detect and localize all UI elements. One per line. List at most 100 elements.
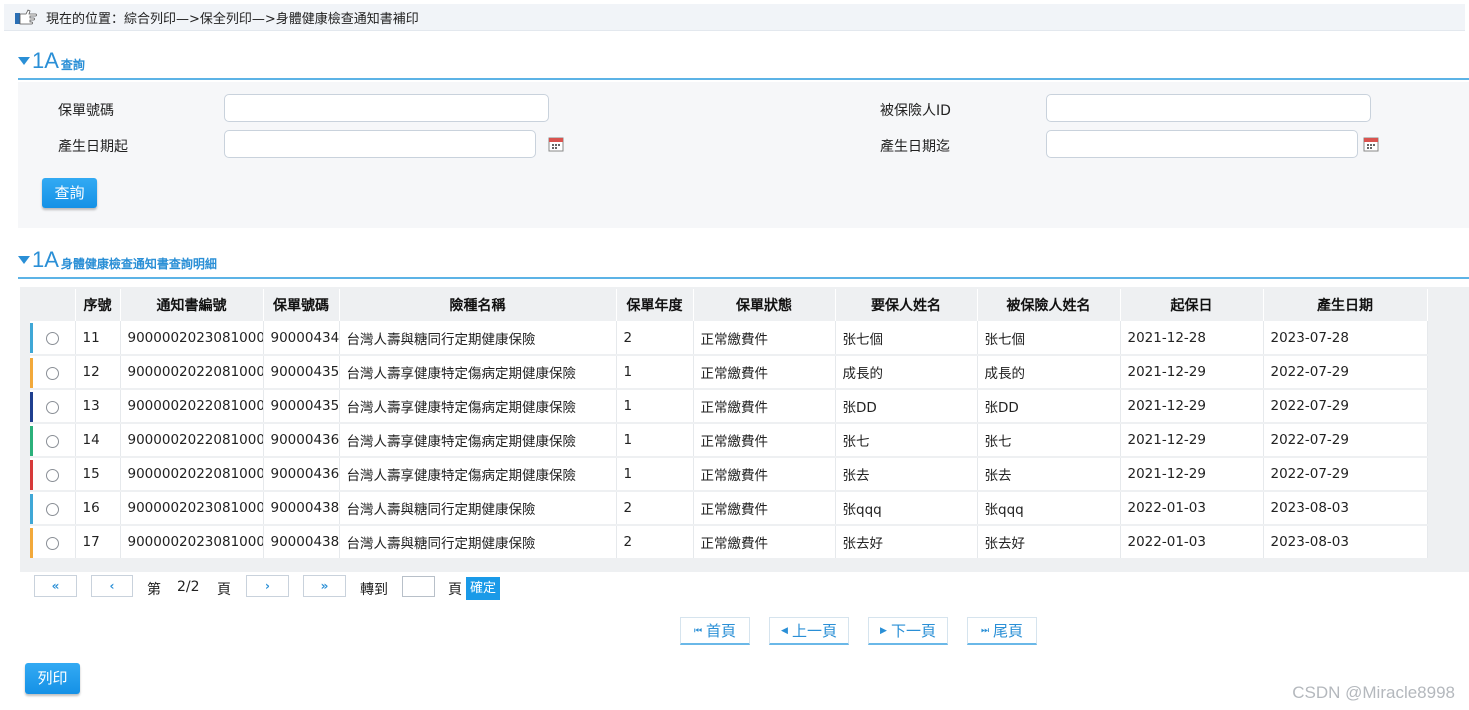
date-from-input[interactable] — [224, 130, 536, 158]
cell-policy-no: 90000436 — [263, 423, 340, 458]
goto-page-input[interactable] — [402, 576, 435, 597]
row-radio[interactable] — [45, 366, 59, 380]
cell-year: 1 — [616, 389, 694, 424]
calendar-icon[interactable] — [548, 136, 564, 152]
cell-notice-no: 9000002023081000 — [120, 525, 264, 560]
nav-first-button[interactable]: ⏮ 首頁 — [680, 617, 750, 645]
nav-prev-label: 上一頁 — [791, 622, 837, 640]
pointing-hand-icon — [15, 9, 37, 25]
cell-year: 1 — [616, 355, 694, 390]
cell-created-date: 2022-07-29 — [1263, 457, 1428, 492]
cell-product: 台灣人壽享健康特定傷病定期健康保險 — [339, 355, 617, 390]
collapse-triangle-icon[interactable] — [18, 256, 30, 264]
cell-notice-no: 9000002023081000 — [120, 321, 264, 356]
cell-insured: 张DD — [977, 389, 1121, 424]
cell-policy-no: 90000436 — [263, 457, 340, 492]
cell-created-date: 2023-07-28 — [1263, 321, 1428, 356]
print-button[interactable]: 列印 — [25, 663, 80, 694]
cell-start-date: 2021-12-28 — [1120, 321, 1264, 356]
header-seq: 序號 — [75, 289, 121, 321]
table-row[interactable]: 13 9000002022081000 90000435 台灣人壽享健康特定傷病定期健… — [30, 389, 1428, 424]
cell-seq: 16 — [75, 491, 121, 526]
pager-next-button[interactable]: › — [246, 575, 289, 597]
row-radio[interactable] — [45, 468, 59, 482]
cell-year: 1 — [616, 457, 694, 492]
cell-notice-no: 9000002022081000 — [120, 423, 264, 458]
policy-no-label: 保單號碼 — [58, 103, 114, 119]
cell-applicant: 张去 — [835, 457, 978, 492]
cell-created-date: 2022-07-29 — [1263, 423, 1428, 458]
row-radio[interactable] — [45, 502, 59, 516]
row-select-cell — [30, 321, 76, 356]
table-row[interactable]: 11 9000002023081000 90000434 台灣人壽與糖同行定期健康保險… — [30, 321, 1428, 356]
policy-no-input[interactable] — [224, 94, 549, 122]
header-product: 險種名稱 — [339, 289, 617, 321]
goto-label: 轉到 — [360, 582, 388, 598]
table-row[interactable]: 15 9000002022081000 90000436 台灣人壽享健康特定傷病定期健… — [30, 457, 1428, 492]
table-row[interactable]: 12 9000002022081000 90000435 台灣人壽享健康特定傷病定期健… — [30, 355, 1428, 390]
cell-seq: 13 — [75, 389, 121, 424]
cell-created-date: 2023-08-03 — [1263, 525, 1428, 560]
cell-notice-no: 9000002022081000 — [120, 355, 264, 390]
cell-status: 正常繳費件 — [693, 457, 836, 492]
cell-seq: 14 — [75, 423, 121, 458]
table-row[interactable]: 14 9000002022081000 90000436 台灣人壽享健康特定傷病定期健… — [30, 423, 1428, 458]
row-select-cell — [30, 355, 76, 390]
cell-insured: 张qqq — [977, 491, 1121, 526]
row-select-cell — [30, 389, 76, 424]
row-color-stripe — [30, 528, 33, 557]
arrow-right-icon: ▶ — [880, 625, 887, 636]
nav-next-label: 下一頁 — [890, 622, 936, 640]
cell-product: 台灣人壽享健康特定傷病定期健康保險 — [339, 457, 617, 492]
date-to-input[interactable] — [1046, 130, 1358, 158]
cell-start-date: 2021-12-29 — [1120, 389, 1264, 424]
goto-confirm-button[interactable]: 確定 — [466, 577, 501, 600]
cell-applicant: 张DD — [835, 389, 978, 424]
collapse-triangle-icon[interactable] — [18, 57, 30, 65]
page-info: 2/2 — [177, 579, 200, 595]
row-color-stripe — [30, 460, 33, 489]
cell-insured: 成長的 — [977, 355, 1121, 390]
cell-insured: 张七個 — [977, 321, 1121, 356]
row-radio[interactable] — [45, 332, 59, 345]
insured-id-input[interactable] — [1046, 94, 1371, 122]
cell-year: 2 — [616, 491, 694, 526]
header-notice-no: 通知書編號 — [120, 289, 264, 321]
search-button[interactable]: 查詢 — [42, 178, 97, 208]
cell-created-date: 2023-08-03 — [1263, 491, 1428, 526]
row-radio[interactable] — [45, 434, 59, 448]
pager-first-button[interactable]: « — [34, 575, 77, 597]
cell-product: 台灣人壽與糖同行定期健康保險 — [339, 321, 617, 356]
header-insured: 被保險人姓名 — [977, 289, 1121, 321]
table-row[interactable]: 16 9000002023081000 90000438 台灣人壽與糖同行定期健康保險… — [30, 491, 1428, 526]
detail-section-header: 1A 身體健康檢查通知書查詢明細 — [18, 249, 1469, 279]
query-panel: 保單號碼 被保險人ID 產生日期起 產生日期迄 查詢 — [18, 82, 1469, 228]
cell-applicant: 成長的 — [835, 355, 978, 390]
header-year: 保單年度 — [616, 289, 694, 321]
header-applicant: 要保人姓名 — [835, 289, 978, 321]
results-table-panel: 序號 通知書編號 保單號碼 險種名稱 保單年度 保單狀態 要保人姓名 被保險人姓… — [20, 287, 1469, 572]
cell-status: 正常繳費件 — [693, 491, 836, 526]
row-radio[interactable] — [45, 400, 59, 414]
goto-suffix: 頁 — [448, 582, 462, 598]
pager-prev-button[interactable]: ‹ — [91, 575, 133, 597]
cell-policy-no: 90000438 — [263, 491, 340, 526]
header-select — [30, 289, 76, 321]
section-badge: 1A — [32, 48, 59, 73]
cell-seq: 12 — [75, 355, 121, 390]
table-row[interactable]: 17 9000002023081000 90000438 台灣人壽與糖同行定期健康保險… — [30, 525, 1428, 560]
breadcrumb: 現在的位置：綜合列印—>保全列印—>身體健康檢查通知書補印 — [4, 4, 1465, 31]
row-radio[interactable] — [45, 536, 59, 550]
pager-last-button[interactable]: » — [303, 575, 346, 597]
nav-next-button[interactable]: ▶ 下一頁 — [868, 617, 948, 645]
cell-year: 2 — [616, 321, 694, 356]
header-status: 保單狀態 — [693, 289, 836, 321]
nav-prev-button[interactable]: ◀ 上一頁 — [769, 617, 849, 645]
cell-status: 正常繳費件 — [693, 423, 836, 458]
cell-status: 正常繳費件 — [693, 321, 836, 356]
cell-status: 正常繳費件 — [693, 389, 836, 424]
cell-product: 台灣人壽享健康特定傷病定期健康保險 — [339, 389, 617, 424]
calendar-icon[interactable] — [1363, 136, 1379, 152]
nav-last-button[interactable]: ⏭ 尾頁 — [967, 617, 1037, 645]
cell-year: 2 — [616, 525, 694, 560]
